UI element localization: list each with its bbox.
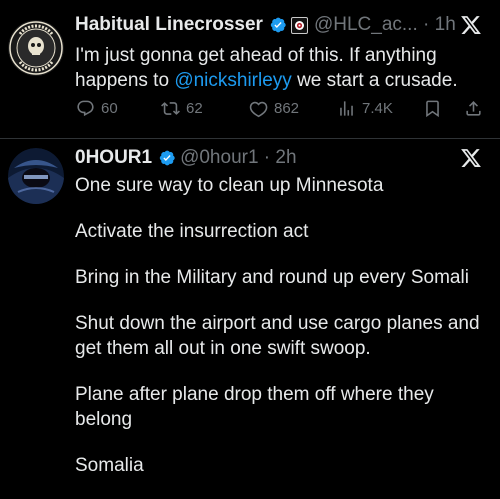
affiliate-badge-icon[interactable] [290,16,308,34]
reply-icon [77,100,94,116]
tweet-text: I'm just gonna get ahead of this. If any… [75,43,485,93]
tweet-paragraph: Activate the insurrection act [75,221,309,242]
view-count: 7.4K [362,99,393,117]
reply-button[interactable]: 60 [76,99,118,118]
separator-dot: · [258,147,276,168]
share-icon [466,100,481,116]
tweet-text-part: we start a crusade. [291,70,458,91]
tweet-header: 0HOUR1 @0hour1 · 2h [75,147,297,169]
views-button[interactable]: 7.4K [337,99,393,118]
avatar[interactable] [8,20,64,76]
mention-link[interactable]: @nickshirleyy [174,70,291,91]
handle[interactable]: @HLC_ac... [314,14,418,36]
avatar[interactable] [8,148,64,204]
tweet-1[interactable]: Habitual Linecrosser @HLC_ac... · 1h I'm… [0,0,500,139]
repost-icon [161,101,180,115]
repost-button[interactable]: 62 [161,99,203,118]
tweet-paragraph: Somalia [75,455,144,476]
tweet-paragraph: Bring in the Military and round up every… [75,267,469,288]
verified-icon [270,17,286,33]
handle[interactable]: @0hour1 [180,147,258,169]
share-button[interactable] [464,99,483,118]
action-bar: 60 62 862 7.4K [76,96,486,120]
separator-dot: · [417,14,435,35]
x-logo-icon[interactable] [460,147,482,169]
bookmark-button[interactable] [423,99,442,118]
x-logo-icon[interactable] [460,14,482,36]
reply-count: 60 [101,99,118,117]
like-count: 862 [274,99,300,117]
tweet-header: Habitual Linecrosser @HLC_ac... · 1h [75,14,456,36]
tweet-paragraph: Shut down the airport and use cargo plan… [75,313,480,359]
like-icon [249,101,268,117]
tweet-paragraph: Plane after plane drop them off where th… [75,384,434,430]
timestamp[interactable]: 1h [435,14,456,36]
display-name[interactable]: 0HOUR1 [75,147,152,169]
repost-count: 62 [186,99,203,117]
display-name[interactable]: Habitual Linecrosser [75,14,263,36]
timestamp[interactable]: 2h [275,147,296,169]
tweet-2[interactable]: 0HOUR1 @0hour1 · 2h One sure way to clea… [0,139,500,482]
verified-icon [159,150,175,166]
tweet-text: One sure way to clean up Minnesota Activ… [75,173,495,499]
like-button[interactable]: 862 [249,99,299,118]
bookmark-icon [426,100,439,117]
views-icon [340,100,353,116]
tweet-paragraph: One sure way to clean up Minnesota [75,175,384,196]
